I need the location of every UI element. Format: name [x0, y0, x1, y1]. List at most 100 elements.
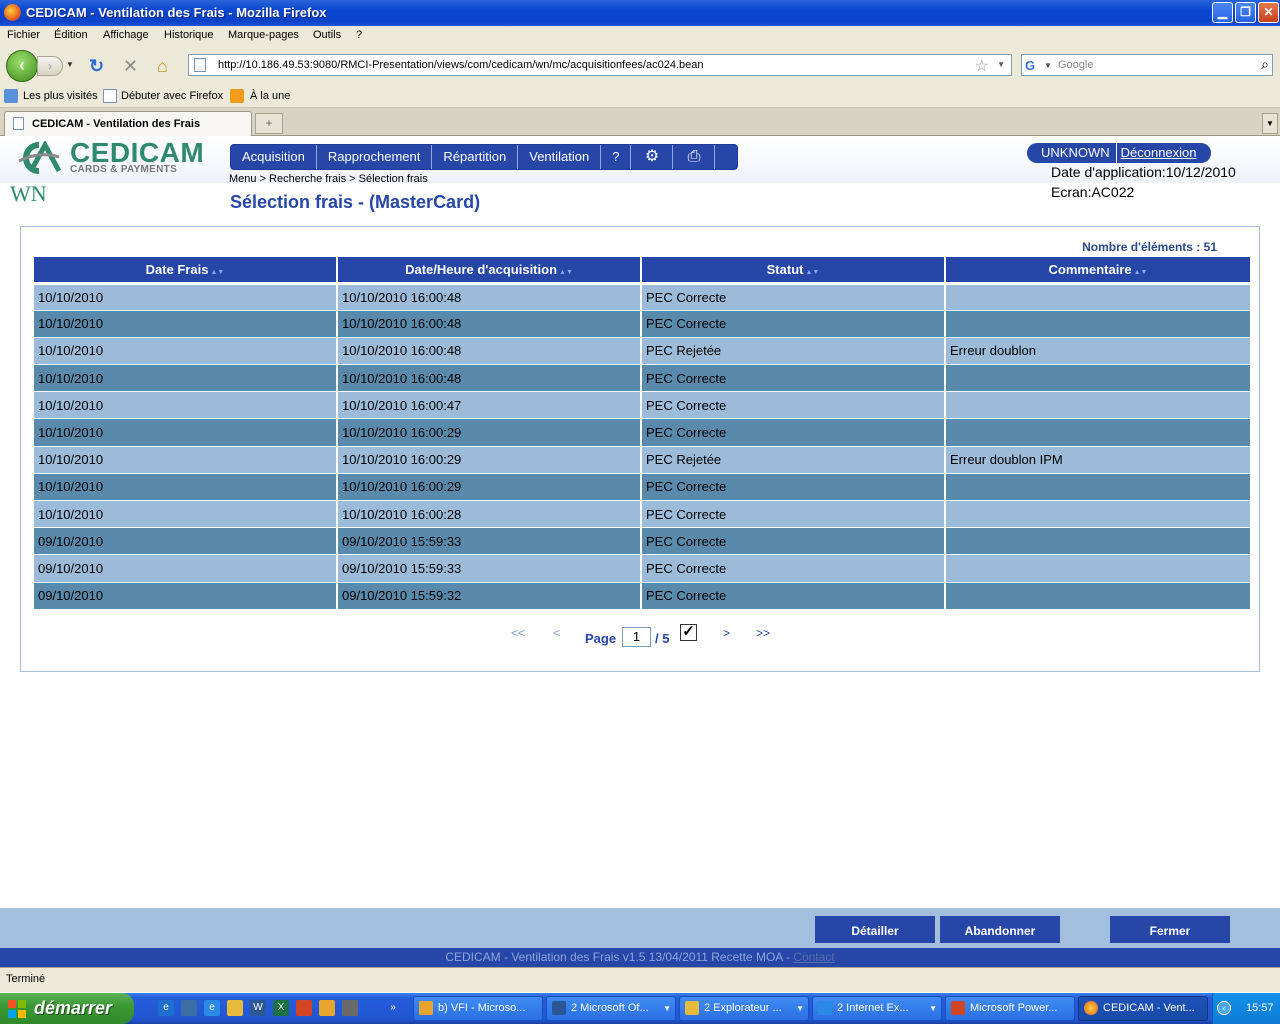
- quicklaunch-word-icon[interactable]: W: [250, 1000, 266, 1016]
- status-bar: Terminé: [0, 967, 1280, 992]
- quicklaunch-more-icon[interactable]: »: [385, 1000, 401, 1016]
- next-page-button[interactable]: >: [723, 626, 730, 640]
- table-row[interactable]: 10/10/2010 10/10/2010 16:00:29 PEC Rejetée…: [34, 445, 1250, 474]
- bookmark-most-visited[interactable]: Les plus visités: [23, 90, 98, 102]
- page-total: / 5: [655, 631, 670, 646]
- last-page-button[interactable]: >>: [756, 626, 770, 640]
- print-icon[interactable]: ⎙: [673, 145, 716, 169]
- menu-historique[interactable]: Historique: [164, 29, 214, 41]
- quicklaunch-excel-icon[interactable]: X: [273, 1000, 289, 1016]
- menu-affichage[interactable]: Affichage: [103, 29, 149, 41]
- url-text[interactable]: http://10.186.49.53:9080/RMCI-Presentati…: [218, 59, 704, 71]
- menu-ventilation[interactable]: Ventilation: [518, 145, 602, 169]
- cell-statut: PEC Correcte: [641, 391, 946, 419]
- sort-icon[interactable]: ▲▼: [211, 269, 225, 276]
- menu-help[interactable]: ?: [356, 29, 362, 41]
- quicklaunch-folder-icon[interactable]: [227, 1000, 243, 1016]
- table-row[interactable]: 10/10/2010 10/10/2010 16:00:48 PEC Correct…: [34, 281, 1250, 311]
- menu-marque-pages[interactable]: Marque-pages: [228, 29, 299, 41]
- minimize-button[interactable]: ▁: [1212, 2, 1233, 23]
- menu-outils[interactable]: Outils: [313, 29, 341, 41]
- table-row[interactable]: 09/10/2010 09/10/2010 15:59:32 PEC Correct…: [34, 581, 1250, 610]
- restore-button[interactable]: ❐: [1235, 2, 1256, 23]
- history-dropdown-icon[interactable]: ▼: [66, 60, 74, 69]
- tab-cedicam[interactable]: CEDICAM - Ventilation des Frais: [4, 111, 252, 136]
- tab-bar: CEDICAM - Ventilation des Frais + ▼: [0, 108, 1280, 136]
- main-menu: Acquisition Rapprochement Répartition Ve…: [230, 144, 739, 170]
- menu-help[interactable]: ?: [601, 145, 632, 169]
- taskbar-item-explorer[interactable]: 2 Explorateur ... ▼: [679, 996, 809, 1021]
- quicklaunch-network-icon[interactable]: [181, 1000, 197, 1016]
- search-engine-dropdown-icon[interactable]: ▼: [1044, 61, 1052, 70]
- stop-icon[interactable]: ✕: [123, 56, 138, 76]
- bookmark-star-icon[interactable]: ☆: [975, 56, 989, 76]
- menu-acquisition[interactable]: Acquisition: [231, 145, 317, 169]
- sort-icon[interactable]: ▲▼: [805, 269, 819, 276]
- menu-repartition[interactable]: Répartition: [432, 145, 519, 169]
- close-button[interactable]: Fermer: [1110, 916, 1230, 943]
- quicklaunch-app-icon[interactable]: [342, 1000, 358, 1016]
- screen-code: Ecran:AC022: [1051, 184, 1135, 200]
- tray-expand-icon[interactable]: ‹: [1217, 1001, 1231, 1015]
- bookmark-headlines[interactable]: À la une: [250, 90, 290, 102]
- taskbar-item-internet-explorer[interactable]: 2 Internet Ex... ▼: [812, 996, 942, 1021]
- sort-icon[interactable]: ▲▼: [1134, 269, 1148, 276]
- column-header-statut[interactable]: Statut ▲▼: [641, 257, 946, 283]
- first-page-button[interactable]: <<: [511, 626, 525, 640]
- table-row[interactable]: 10/10/2010 10/10/2010 16:00:29 PEC Correct…: [34, 472, 1250, 501]
- cell-date-acquisition: 10/10/2010 16:00:29: [337, 418, 642, 447]
- table-row[interactable]: 09/10/2010 09/10/2010 15:59:33 PEC Correct…: [34, 554, 1250, 583]
- menu-edition[interactable]: Édition: [54, 29, 88, 41]
- abandon-button[interactable]: Abandonner: [940, 916, 1060, 943]
- table-row[interactable]: 09/10/2010 09/10/2010 15:59:33 PEC Correct…: [34, 527, 1250, 555]
- table-row[interactable]: 10/10/2010 10/10/2010 16:00:29 PEC Correct…: [34, 418, 1250, 447]
- search-bar[interactable]: G ▼ Google ⌕: [1021, 54, 1273, 76]
- taskbar-item-vfi[interactable]: b) VFI - Microso...: [413, 996, 543, 1021]
- table-row[interactable]: 10/10/2010 10/10/2010 16:00:48 PEC Rejetée…: [34, 336, 1250, 365]
- quicklaunch-browser-icon[interactable]: e: [204, 1000, 220, 1016]
- cell-statut: PEC Correcte: [641, 309, 946, 338]
- previous-page-button[interactable]: <: [553, 626, 560, 640]
- menu-fichier[interactable]: Fichier: [7, 29, 40, 41]
- tab-list-button[interactable]: ▼: [1262, 113, 1278, 134]
- start-button[interactable]: démarrer: [0, 993, 134, 1024]
- taskbar-item-powerpoint[interactable]: Microsoft Power...: [945, 996, 1075, 1021]
- table-row[interactable]: 10/10/2010 10/10/2010 16:00:47 PEC Correct…: [34, 391, 1250, 419]
- detail-button[interactable]: Détailler: [815, 916, 935, 943]
- quicklaunch-ie-icon[interactable]: e: [158, 1000, 174, 1016]
- page-number-input[interactable]: 1: [622, 627, 651, 647]
- url-dropdown-icon[interactable]: ▼: [997, 60, 1005, 69]
- reload-icon[interactable]: ↻: [89, 56, 104, 76]
- status-text: Terminé: [6, 973, 46, 985]
- url-bar[interactable]: http://10.186.49.53:9080/RMCI-Presentati…: [188, 54, 1012, 76]
- cell-date-acquisition: 10/10/2010 16:00:47: [337, 391, 642, 419]
- settings-gear-icon[interactable]: ⚙: [631, 145, 674, 169]
- outlook-icon: [419, 1001, 433, 1015]
- logout-link[interactable]: Déconnexion: [1115, 143, 1197, 163]
- search-icon[interactable]: ⌕: [1261, 56, 1269, 73]
- close-window-button[interactable]: ✕: [1258, 2, 1279, 23]
- bookmark-getting-started[interactable]: Débuter avec Firefox: [121, 90, 223, 102]
- table-row[interactable]: 10/10/2010 10/10/2010 16:00:48 PEC Correct…: [34, 364, 1250, 392]
- taskbar-item-office[interactable]: 2 Microsoft Of... ▼: [546, 996, 676, 1021]
- back-button[interactable]: ‹: [6, 50, 38, 82]
- go-to-page-checkbox-icon[interactable]: ✓: [680, 624, 697, 641]
- table-row[interactable]: 10/10/2010 10/10/2010 16:00:48 PEC Correct…: [34, 309, 1250, 338]
- column-header-date-acquisition[interactable]: Date/Heure d'acquisition ▲▼: [337, 257, 642, 283]
- taskbar-item-firefox[interactable]: CEDICAM - Vent...: [1078, 996, 1208, 1021]
- forward-button[interactable]: ›: [37, 56, 63, 76]
- google-icon[interactable]: G: [1025, 58, 1041, 74]
- home-icon[interactable]: ⌂: [157, 56, 168, 76]
- table-row[interactable]: 10/10/2010 10/10/2010 16:00:28 PEC Correct…: [34, 499, 1250, 528]
- sort-icon[interactable]: ▲▼: [559, 269, 573, 276]
- column-header-date-frais[interactable]: Date Frais ▲▼: [34, 257, 338, 283]
- menu-rapprochement[interactable]: Rapprochement: [317, 145, 433, 169]
- cell-date-frais: 10/10/2010: [34, 472, 338, 501]
- quicklaunch-outlook-icon[interactable]: [319, 1000, 335, 1016]
- quicklaunch-powerpoint-icon[interactable]: [296, 1000, 312, 1016]
- column-header-commentaire[interactable]: Commentaire ▲▼: [945, 257, 1250, 283]
- search-input[interactable]: Google: [1058, 59, 1093, 71]
- new-tab-button[interactable]: +: [255, 113, 283, 134]
- contact-link[interactable]: Contact: [793, 950, 834, 964]
- cell-statut: PEC Correcte: [641, 581, 946, 610]
